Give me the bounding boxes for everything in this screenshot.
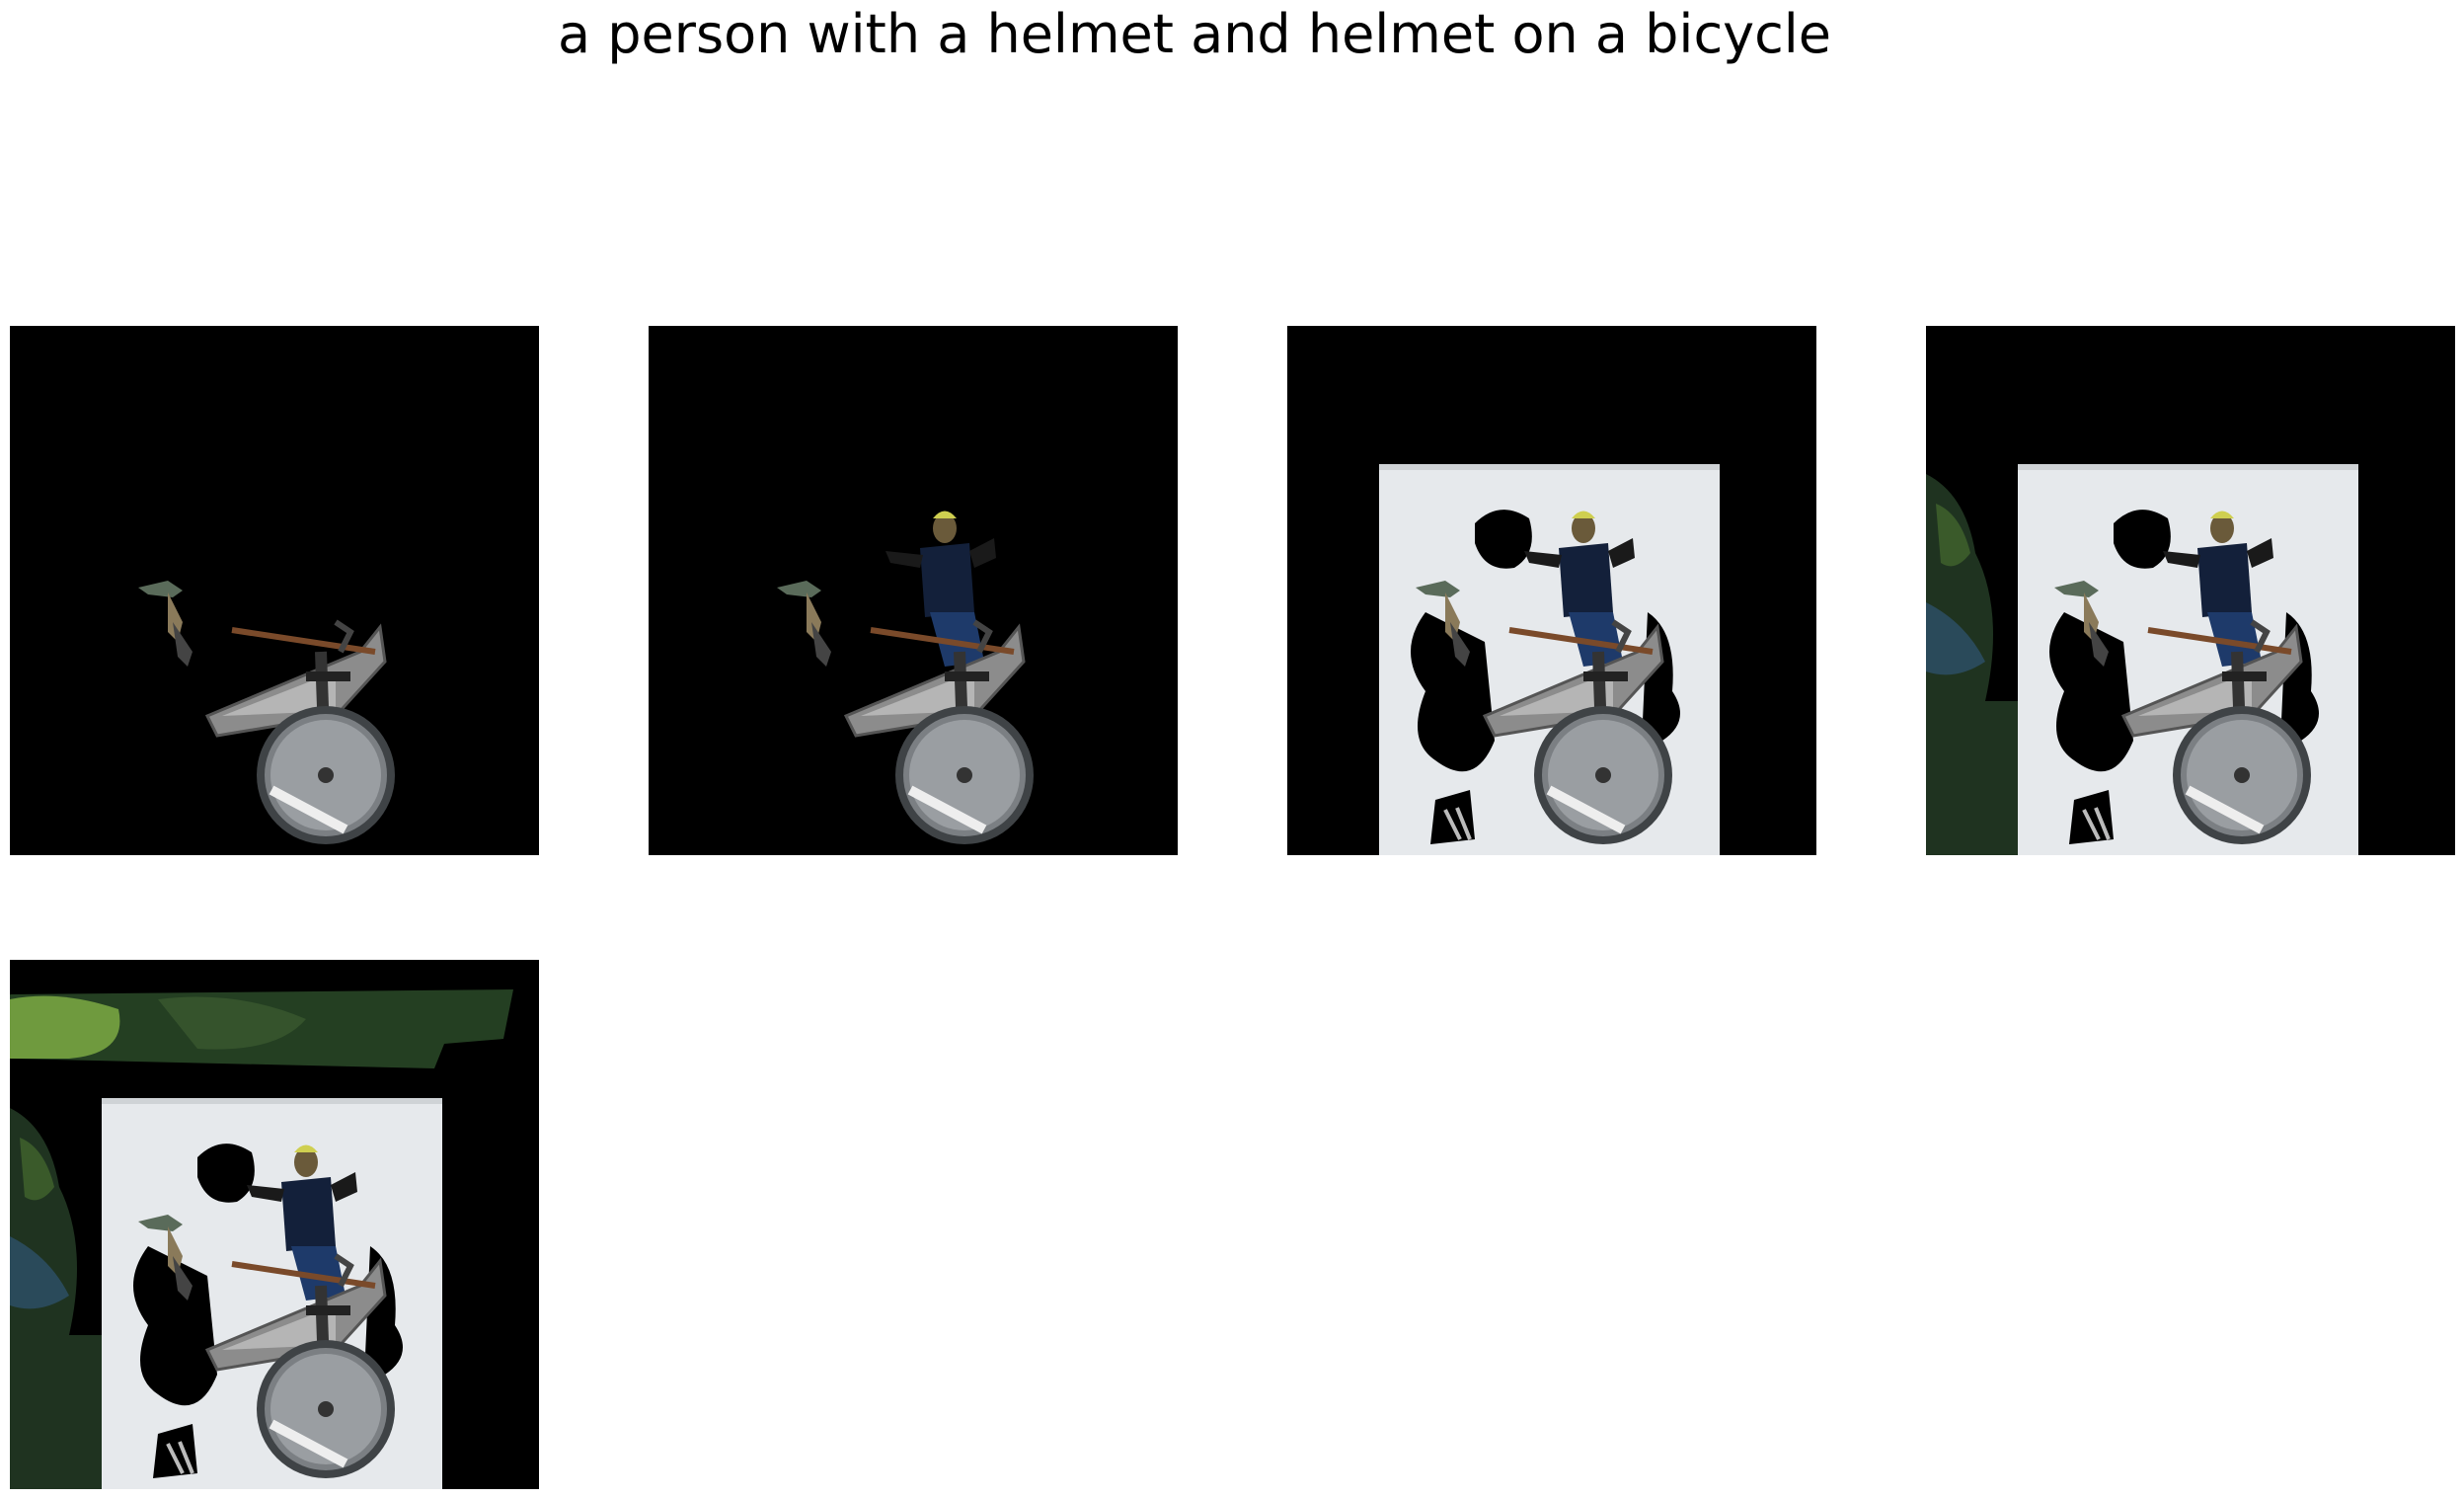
mask-step-2 — [649, 326, 1178, 855]
mask-step-1 — [10, 326, 539, 855]
mask-step-5-image — [10, 960, 539, 1489]
mask-step-1-image — [10, 326, 539, 855]
mask-step-5 — [10, 960, 539, 1489]
figure-title: a person with a helmet and helmet on a b… — [557, 3, 1831, 65]
mask-step-3 — [1287, 326, 1816, 855]
mask-step-2-image — [649, 326, 1178, 855]
mask-step-4-image — [1926, 326, 2455, 855]
mask-step-4 — [1926, 326, 2455, 855]
mask-step-3-image — [1287, 326, 1816, 855]
